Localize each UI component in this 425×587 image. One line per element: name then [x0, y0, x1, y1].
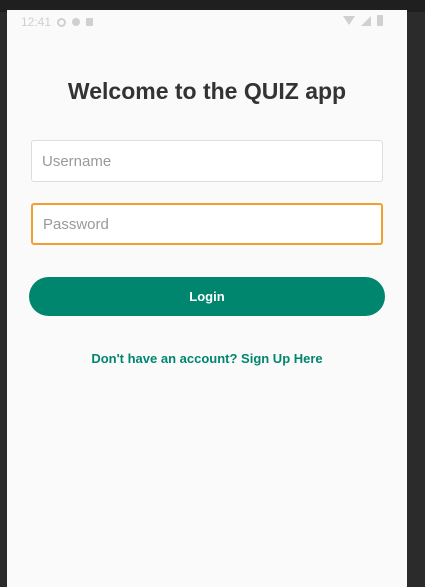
phone-screen: 12:41 Welcome to the QUIZ app Login Don'… [7, 10, 407, 587]
status-time: 12:41 [21, 15, 52, 29]
login-button[interactable]: Login [29, 277, 385, 316]
notification-icon [86, 18, 94, 26]
status-bar: 12:41 [7, 10, 407, 34]
signal-icon [361, 15, 371, 26]
clock-icon [57, 17, 67, 27]
wifi-icon [343, 16, 355, 25]
status-bar-right [343, 15, 383, 26]
battery-icon [377, 15, 383, 26]
page-title: Welcome to the QUIZ app [67, 78, 347, 104]
status-bar-left: 12:41 [21, 15, 94, 29]
username-field[interactable] [31, 140, 383, 182]
password-field[interactable] [31, 203, 383, 245]
signup-link[interactable]: Don't have an account? Sign Up Here [7, 351, 407, 366]
settings-icon [72, 18, 81, 26]
